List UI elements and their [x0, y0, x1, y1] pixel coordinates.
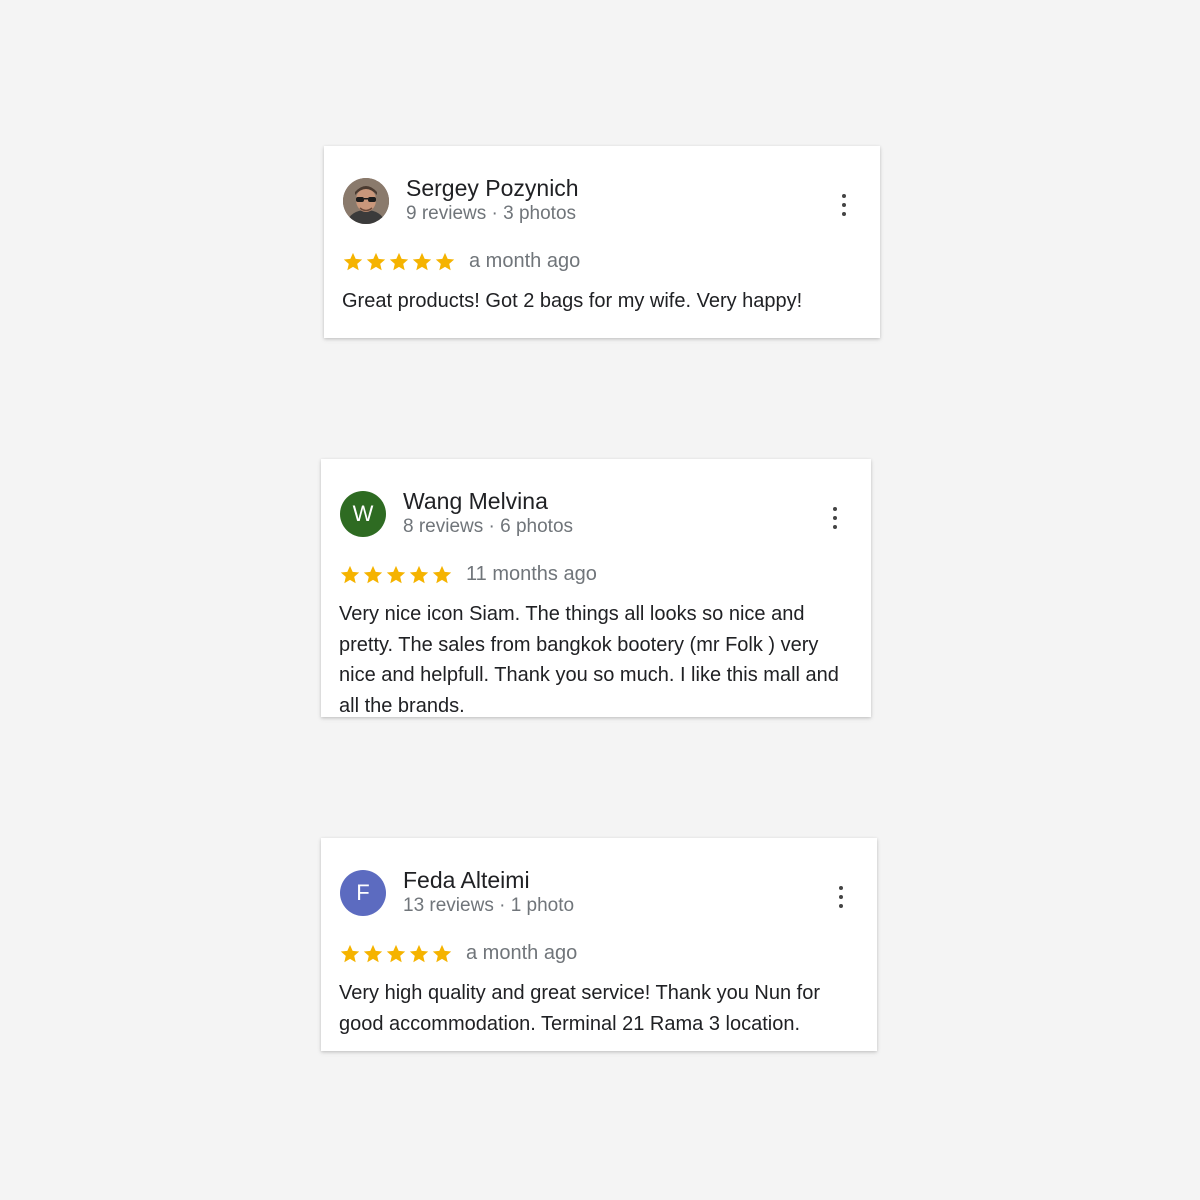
review-text: Great products! Got 2 bags for my wife. … [342, 290, 803, 312]
star-icon [363, 944, 383, 962]
avatar[interactable] [343, 178, 389, 224]
review-time: a month ago [466, 942, 578, 964]
more-options-icon[interactable] [825, 507, 845, 529]
avatar[interactable]: F [340, 870, 386, 916]
more-options-icon[interactable] [834, 194, 854, 216]
star-icon [366, 252, 386, 270]
reviewer-name[interactable]: Sergey Pozynich [406, 175, 579, 202]
review-text: Very nice icon Siam. The things all look… [339, 603, 839, 717]
star-icon [340, 944, 360, 962]
star-icon [343, 252, 363, 270]
star-icon [409, 565, 429, 583]
star-rating [339, 943, 453, 965]
reviewer-stats: 9 reviews · 3 photos [406, 203, 577, 224]
star-icon [409, 944, 429, 962]
person-photo-icon [343, 178, 389, 224]
reviewer-name[interactable]: Feda Alteimi [403, 867, 530, 894]
star-rating [342, 251, 456, 273]
avatar[interactable]: W [340, 491, 386, 537]
star-icon [432, 944, 452, 962]
star-icon [386, 944, 406, 962]
star-icon [412, 252, 432, 270]
star-icon [389, 252, 409, 270]
rating-row: a month ago [342, 250, 580, 273]
review-card: W Wang Melvina 8 reviews · 6 photos 11 m… [321, 459, 871, 717]
star-icon [363, 565, 383, 583]
rating-row: a month ago [339, 942, 577, 965]
review-card: Sergey Pozynich 9 reviews · 3 photos a m… [324, 146, 880, 338]
star-icon [340, 565, 360, 583]
review-text: Very high quality and great service! Tha… [339, 982, 821, 1035]
reviewer-name[interactable]: Wang Melvina [403, 488, 548, 515]
review-card: F Feda Alteimi 13 reviews · 1 photo a mo… [321, 838, 877, 1051]
star-icon [432, 565, 452, 583]
review-time: a month ago [469, 250, 581, 272]
review-time: 11 months ago [466, 563, 597, 585]
reviewer-stats: 13 reviews · 1 photo [403, 895, 575, 916]
star-icon [435, 252, 455, 270]
star-icon [386, 565, 406, 583]
star-rating [339, 564, 453, 586]
more-options-icon[interactable] [831, 886, 851, 908]
rating-row: 11 months ago [339, 563, 597, 586]
reviewer-stats: 8 reviews · 6 photos [403, 516, 574, 537]
